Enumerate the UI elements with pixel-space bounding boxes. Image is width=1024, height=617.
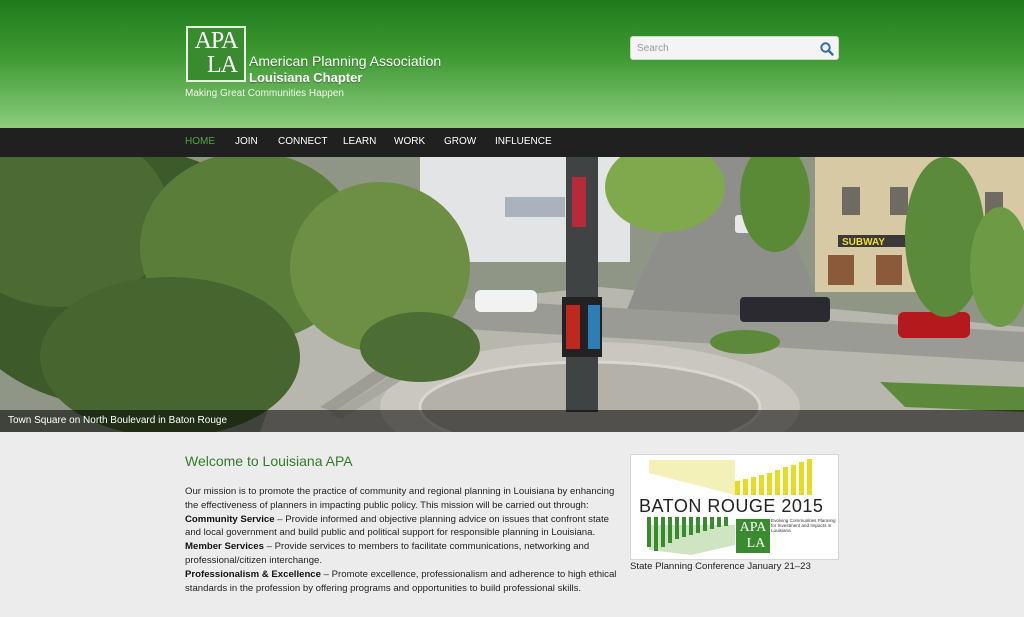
item-label: Professionalism & Excellence (185, 568, 321, 580)
nav-home[interactable]: HOME (185, 136, 215, 147)
hero-image: SUBWAY Town Square on North Boulevard in… (0, 157, 1024, 432)
nav-grow[interactable]: GROW (444, 136, 476, 147)
nav-connect[interactable]: CONNECT (278, 136, 327, 147)
mission-intro: Our mission is to promote the practice o… (185, 486, 615, 511)
conference-title: BATON ROUGE 2015 (639, 496, 824, 516)
conference-subtitle: Evolving Communities Planning for Invest… (771, 518, 836, 533)
main-content: Welcome to Louisiana APA Our mission is … (0, 432, 1024, 617)
apa-la-logo[interactable]: APA LA (186, 26, 246, 82)
conf-logo-top: APA (739, 520, 767, 535)
hero-photo: SUBWAY (0, 157, 1024, 432)
site-header: APA LA American Planning Association Lou… (0, 0, 1024, 128)
conf-logo-bottom: LA (746, 536, 766, 551)
nav-join[interactable]: JOIN (235, 136, 258, 147)
item-label: Community Service (185, 513, 275, 525)
org-name: American Planning Association (249, 53, 442, 69)
conference-caption[interactable]: State Planning Conference January 21–23 (630, 561, 811, 572)
logo-text-bottom: LA (207, 52, 238, 78)
org-chapter: Louisiana Chapter (249, 70, 363, 85)
logo-text-top: APA (194, 28, 239, 54)
item-label: Member Services (185, 541, 264, 553)
conference-banner[interactable]: BATON ROUGE 2015 APA LA Evolving Communi… (630, 454, 839, 560)
tagline: Making Great Communities Happen (185, 88, 344, 99)
mission-text: Our mission is to promote the practice o… (185, 485, 617, 595)
nav-influence[interactable]: INFLUENCE (495, 136, 552, 147)
nav-work[interactable]: WORK (394, 136, 425, 147)
subway-sign: SUBWAY (842, 237, 885, 248)
main-nav: HOME JOIN CONNECT LEARN WORK GROW INFLUE… (0, 128, 1024, 157)
caption-bar: Town Square on North Boulevard in Baton … (0, 410, 1024, 432)
hero-caption: Town Square on North Boulevard in Baton … (8, 415, 228, 426)
welcome-title: Welcome to Louisiana APA (185, 453, 353, 469)
search-box (630, 36, 839, 60)
conference-logo: APA LA (735, 518, 771, 554)
search-input[interactable] (637, 40, 812, 56)
search-icon[interactable] (819, 41, 835, 57)
nav-learn[interactable]: LEARN (343, 136, 376, 147)
